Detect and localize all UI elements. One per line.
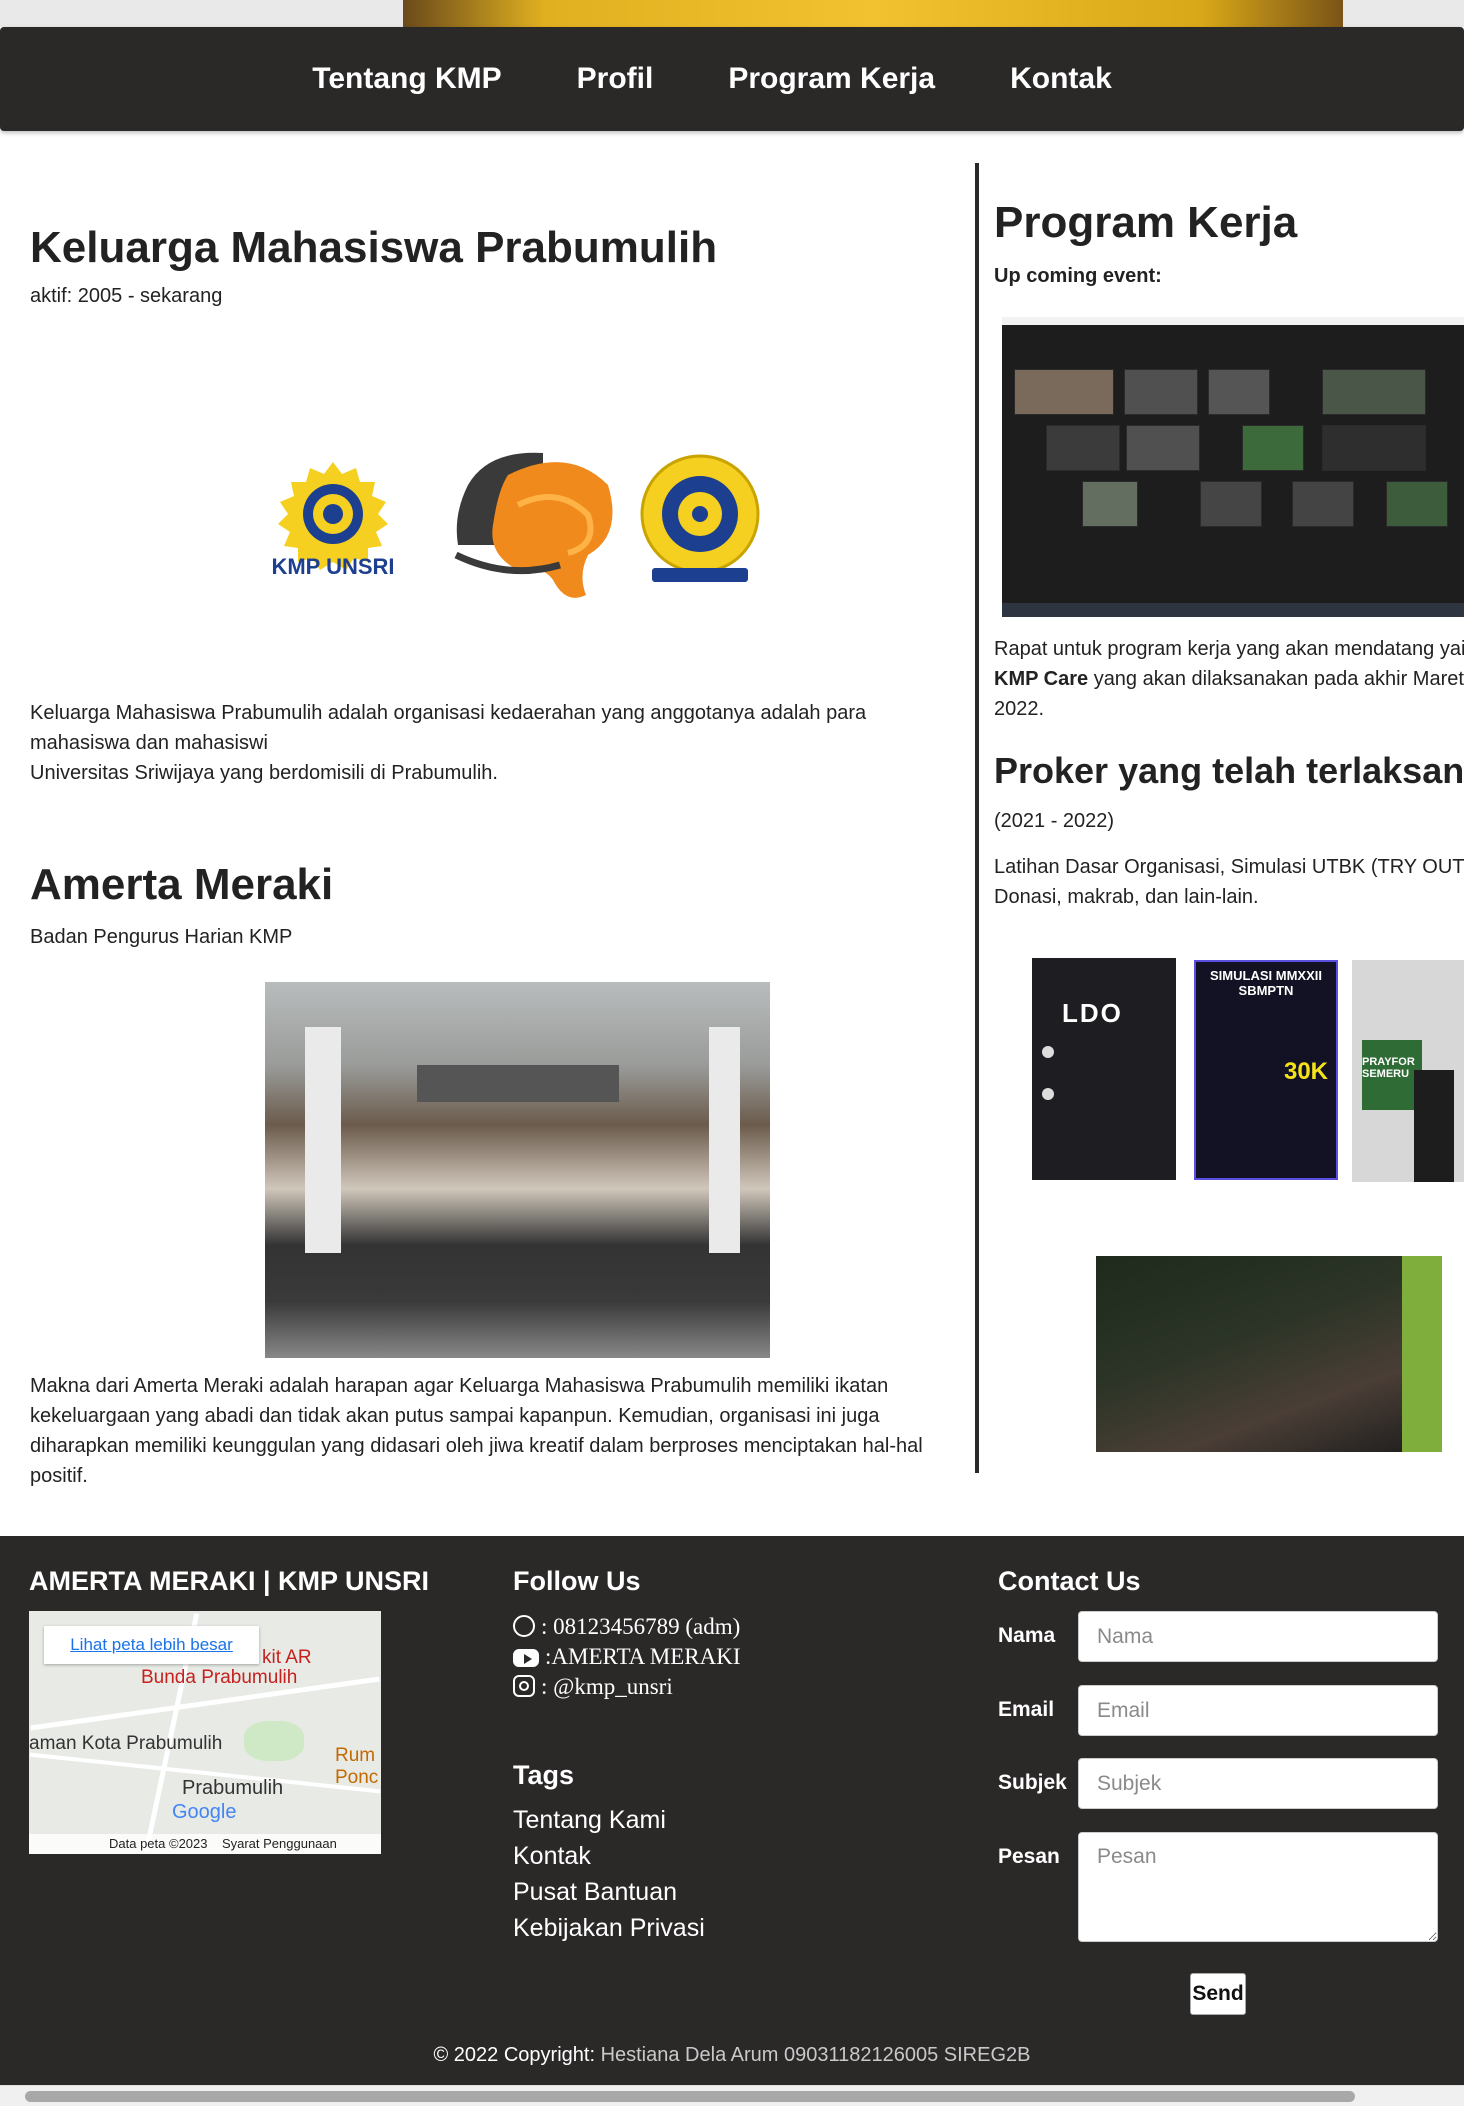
- zoom-meeting-screenshot: [1002, 317, 1464, 617]
- unsri-logo: [638, 452, 762, 588]
- about-description: Keluarga Mahasiswa Prabumulih adalah org…: [30, 702, 867, 784]
- youtube-link[interactable]: :AMERTA MERAKI: [513, 1644, 740, 1670]
- map-larger-link[interactable]: Lihat peta lebih besar: [44, 1626, 259, 1664]
- contact-title: Contact Us: [998, 1566, 1141, 1596]
- follow-title: Follow Us: [513, 1566, 641, 1596]
- message-label: Pesan: [998, 1845, 1060, 1868]
- send-button[interactable]: Send: [1190, 1973, 1246, 2015]
- kmp-logo-text: KMP UNSRI: [272, 554, 394, 579]
- active-years: aktif: 2005 - sekarang: [30, 285, 223, 307]
- nav-kontak[interactable]: Kontak: [1010, 62, 1112, 96]
- scrollbar-thumb[interactable]: [25, 2091, 1355, 2102]
- poster-simulasi-utbk: SIMULASI MMXXII SBMPTN 30K: [1194, 960, 1338, 1180]
- tag-tentang-kami[interactable]: Tentang Kami: [513, 1806, 666, 1835]
- subject-label: Subjek: [998, 1771, 1067, 1794]
- upcoming-label: Up coming event:: [994, 265, 1162, 287]
- nav-tentang-kmp[interactable]: Tentang KMP: [312, 62, 501, 96]
- nav-program-kerja[interactable]: Program Kerja: [728, 62, 935, 96]
- footer-brand: AMERTA MERAKI | KMP UNSRI: [29, 1566, 430, 1596]
- hero-banner: [0, 0, 1464, 27]
- tag-pusat-bantuan[interactable]: Pusat Bantuan: [513, 1878, 677, 1907]
- cabinet-meaning: Makna dari Amerta Meraki adalah harapan …: [30, 1375, 923, 1487]
- tag-kebijakan-privasi[interactable]: Kebijakan Privasi: [513, 1914, 705, 1943]
- program-title: Program Kerja: [994, 198, 1298, 247]
- subject-field[interactable]: [1078, 1758, 1438, 1809]
- email-field[interactable]: [1078, 1685, 1438, 1736]
- proker-years: (2021 - 2022): [994, 810, 1115, 832]
- email-label: Email: [998, 1698, 1055, 1721]
- google-map-embed[interactable]: Lihat peta lebih besar kit AR Bunda Prab…: [29, 1611, 381, 1854]
- copyright-author-link[interactable]: Hestiana Dela Arum 09031182126005 SIREG2…: [601, 2044, 1031, 2066]
- whatsapp-contact[interactable]: : 08123456789 (adm): [513, 1614, 740, 1640]
- youtube-icon: [513, 1649, 539, 1667]
- rapat-description: Rapat untuk program kerja yang akan mend…: [994, 638, 1464, 720]
- whatsapp-icon: [513, 1615, 535, 1637]
- hero-photo: [403, 0, 1343, 27]
- column-divider: [975, 163, 979, 1473]
- main-navbar: Tentang KMP Profil Program Kerja Kontak: [0, 27, 1464, 131]
- cabinet-subtitle: Badan Pengurus Harian KMP: [30, 926, 293, 948]
- proker-done-list: Latihan Dasar Organisasi, Simulasi UTBK …: [994, 856, 1464, 908]
- instagram-link[interactable]: : @kmp_unsri: [513, 1674, 673, 1700]
- tag-kontak[interactable]: Kontak: [513, 1842, 591, 1871]
- makrab-photo: [1096, 1256, 1442, 1452]
- map-attribution: Data peta ©2023 Syarat Penggunaan: [29, 1834, 381, 1854]
- instagram-icon: [513, 1675, 535, 1697]
- tags-title: Tags: [513, 1760, 575, 1790]
- horizontal-scrollbar[interactable]: [0, 2085, 1464, 2106]
- message-field[interactable]: [1078, 1832, 1438, 1942]
- poster-pray-for-semeru: PRAYFOR SEMERU: [1352, 960, 1464, 1182]
- copyright: © 2022 Copyright: Hestiana Dela Arum 090…: [433, 2044, 1031, 2066]
- cabinet-title: Amerta Meraki: [30, 860, 334, 909]
- poster-ldo: LDO: [1032, 958, 1176, 1180]
- nav-profil[interactable]: Profil: [577, 62, 654, 96]
- program-section: Program Kerja Up coming event: Rapat unt…: [994, 160, 1464, 1480]
- cabinet-group-photo: [265, 982, 770, 1358]
- page-title: Keluarga Mahasiswa Prabumulih: [30, 223, 718, 272]
- site-footer: AMERTA MERAKI | KMP UNSRI Lihat peta leb…: [0, 1536, 1464, 2106]
- proker-done-title: Proker yang telah terlaksana: [994, 750, 1464, 791]
- name-field[interactable]: [1078, 1611, 1438, 1662]
- name-label: Nama: [998, 1624, 1056, 1647]
- kmp-unsri-logo: KMP UNSRI: [271, 458, 395, 582]
- elephant-logo: [448, 445, 623, 605]
